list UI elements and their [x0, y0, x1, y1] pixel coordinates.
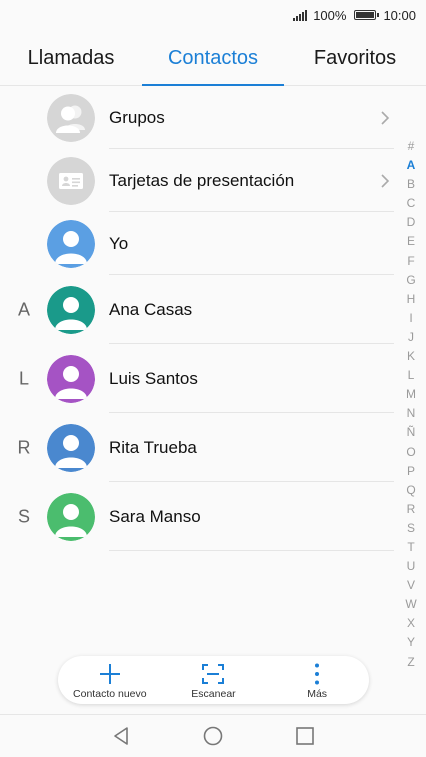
contact-row[interactable]: R Rita Trueba: [0, 413, 426, 482]
chevron-right-icon: [381, 173, 390, 188]
scan-button[interactable]: Escanear: [163, 660, 263, 700]
avatar: [47, 219, 95, 268]
index-letter[interactable]: F: [407, 252, 414, 271]
index-letter[interactable]: K: [407, 347, 415, 366]
scan-icon: [202, 664, 225, 684]
more-button[interactable]: Más: [267, 660, 367, 700]
index-letter[interactable]: N: [407, 404, 416, 423]
contact-row[interactable]: S Sara Manso: [0, 482, 426, 551]
index-letter[interactable]: W: [405, 595, 416, 614]
business-cards-row[interactable]: Tarjetas de presentación: [0, 149, 426, 212]
my-profile-row[interactable]: Yo: [0, 212, 426, 275]
section-letter: L: [18, 368, 29, 388]
battery-percent: 100%: [313, 7, 347, 23]
contact-name: Ana Casas: [109, 299, 193, 319]
alphabet-index[interactable]: # A B C D E F G H I J K L M N Ñ O P Q R S T U V W X Y Z: [402, 137, 420, 672]
index-letter[interactable]: S: [407, 519, 415, 538]
index-letter[interactable]: Q: [406, 481, 415, 500]
index-letter[interactable]: M: [406, 385, 416, 404]
battery-icon: [354, 10, 380, 20]
index-letter[interactable]: P: [407, 462, 415, 481]
contact-name: Sara Manso: [109, 506, 201, 526]
index-letter[interactable]: O: [406, 443, 415, 462]
recents-icon[interactable]: [294, 725, 316, 747]
my-profile-label: Yo: [109, 233, 129, 253]
index-letter[interactable]: I: [409, 309, 412, 328]
navigation-bar: [0, 714, 426, 757]
groups-row[interactable]: Grupos: [0, 86, 426, 149]
index-letter[interactable]: X: [407, 614, 415, 633]
groups-icon: [47, 93, 95, 142]
index-letter[interactable]: L: [408, 366, 415, 385]
tab-favoritos[interactable]: Favoritos: [284, 30, 426, 85]
business-cards-label: Tarjetas de presentación: [109, 170, 295, 190]
groups-label: Grupos: [109, 107, 165, 127]
tab-contactos[interactable]: Contactos: [142, 30, 284, 86]
avatar: [47, 423, 95, 472]
avatar: [47, 492, 95, 541]
index-letter[interactable]: B: [407, 175, 415, 194]
plus-icon: [99, 664, 120, 684]
index-letter[interactable]: V: [407, 576, 415, 595]
contact-row[interactable]: A Ana Casas: [0, 275, 426, 344]
index-letter[interactable]: T: [407, 538, 414, 557]
index-letter[interactable]: J: [408, 328, 414, 347]
index-letter[interactable]: R: [407, 500, 416, 519]
index-letter[interactable]: D: [407, 213, 416, 232]
index-letter[interactable]: H: [407, 290, 416, 309]
index-letter[interactable]: Ñ: [407, 423, 416, 442]
scan-label: Escanear: [191, 688, 236, 700]
contact-name: Luis Santos: [109, 368, 198, 388]
back-icon[interactable]: [110, 725, 132, 747]
index-letter[interactable]: #: [408, 137, 415, 156]
signal-icon: [293, 9, 308, 21]
avatar: [47, 354, 95, 403]
clock: 10:00: [383, 7, 416, 23]
section-letter: R: [17, 437, 31, 457]
business-card-icon: [47, 156, 95, 205]
status-bar: 100% 10:00: [0, 0, 426, 30]
tab-llamadas[interactable]: Llamadas: [0, 30, 142, 85]
index-letter[interactable]: U: [407, 557, 416, 576]
index-letter[interactable]: Y: [407, 633, 415, 652]
index-letter[interactable]: Z: [407, 653, 414, 672]
contact-list: Grupos Tarjetas de presentación Yo A Ana…: [0, 86, 426, 551]
divider: [109, 550, 394, 551]
new-contact-button[interactable]: Contacto nuevo: [60, 660, 160, 700]
tab-bar: Llamadas Contactos Favoritos: [0, 30, 426, 86]
chevron-right-icon: [381, 110, 390, 125]
home-icon[interactable]: [202, 725, 224, 747]
more-label: Más: [307, 688, 328, 700]
contact-row[interactable]: L Luis Santos: [0, 344, 426, 413]
section-letter: A: [17, 299, 30, 319]
action-bar: Contacto nuevo Escanear Más: [58, 656, 369, 704]
contact-name: Rita Trueba: [109, 437, 197, 457]
more-vertical-icon: [315, 663, 320, 685]
index-letter[interactable]: E: [407, 232, 415, 251]
avatar: [47, 285, 95, 334]
index-letter[interactable]: C: [407, 194, 416, 213]
index-letter[interactable]: G: [406, 271, 415, 290]
index-letter[interactable]: A: [407, 156, 416, 175]
section-letter: S: [17, 506, 30, 526]
new-contact-label: Contacto nuevo: [73, 688, 147, 700]
